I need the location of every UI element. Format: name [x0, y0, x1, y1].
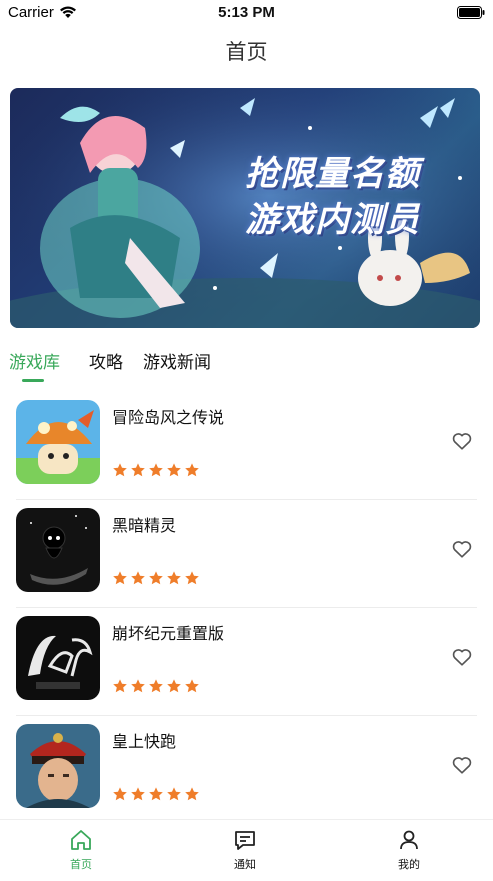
game-row[interactable]: 黑暗精灵	[0, 500, 493, 608]
tab-game-news[interactable]: 游戏新闻	[143, 348, 211, 373]
star-icon	[131, 571, 145, 585]
tabbar-home[interactable]: 首页	[41, 828, 121, 872]
favorite-heart-icon[interactable]	[451, 646, 473, 668]
message-icon	[235, 831, 255, 850]
game-row[interactable]: 崩坏纪元重置版	[0, 608, 493, 716]
star-rating	[112, 462, 200, 480]
star-icon	[185, 679, 199, 693]
game-row[interactable]: 皇上快跑	[0, 716, 493, 824]
star-icon	[185, 571, 199, 585]
dnf-game-icon	[16, 616, 100, 700]
mushroom-game-icon	[16, 400, 100, 484]
home-icon	[71, 830, 91, 850]
tabbar-profile-label: 我的	[398, 858, 420, 871]
star-icon	[131, 463, 145, 477]
star-icon	[167, 463, 181, 477]
star-icon	[113, 679, 127, 693]
star-icon	[185, 463, 199, 477]
tab-game-library[interactable]: 游戏库	[9, 348, 60, 373]
banner-headline-2: 游戏内测员	[245, 200, 420, 240]
game-title: 崩坏纪元重置版	[112, 624, 225, 643]
tabbar-profile[interactable]: 我的	[369, 828, 449, 872]
star-icon	[167, 787, 181, 801]
star-icon	[149, 463, 163, 477]
star-rating	[112, 786, 200, 804]
game-title: 冒险岛风之传说	[112, 408, 225, 427]
dark-spirit-game-icon	[16, 508, 100, 592]
bottom-tab-bar: 首页 通知 我的	[0, 819, 493, 881]
promo-banner[interactable]: 抢限量名额 游戏内测员	[10, 88, 480, 328]
star-icon	[149, 787, 163, 801]
star-icon	[131, 787, 145, 801]
battery-icon	[457, 6, 485, 19]
game-title: 黑暗精灵	[112, 516, 177, 535]
status-time: 5:13 PM	[218, 4, 275, 21]
star-rating	[112, 678, 200, 696]
status-bar: Carrier 5:13 PM	[0, 0, 493, 26]
category-tabs: 游戏库 攻略 游戏新闻	[0, 348, 493, 384]
tab-active-indicator	[22, 379, 44, 382]
star-icon	[167, 679, 181, 693]
star-icon	[185, 787, 199, 801]
star-icon	[149, 679, 163, 693]
user-icon	[400, 830, 418, 850]
star-icon	[113, 787, 127, 801]
favorite-heart-icon[interactable]	[451, 538, 473, 560]
star-rating	[112, 570, 200, 588]
favorite-heart-icon[interactable]	[451, 754, 473, 776]
favorite-heart-icon[interactable]	[451, 430, 473, 452]
tabbar-notifications[interactable]: 通知	[205, 828, 285, 872]
star-icon	[113, 463, 127, 477]
tabbar-notifications-label: 通知	[234, 858, 256, 871]
tabbar-home-label: 首页	[70, 858, 92, 871]
tab-guides[interactable]: 攻略	[89, 348, 123, 373]
star-icon	[113, 571, 127, 585]
page-title: 首页	[225, 40, 268, 64]
game-row[interactable]: 冒险岛风之传说	[0, 392, 493, 500]
star-icon	[167, 571, 181, 585]
star-icon	[131, 679, 145, 693]
banner-headline-1: 抢限量名额	[245, 154, 420, 194]
star-icon	[149, 571, 163, 585]
game-title: 皇上快跑	[112, 732, 177, 751]
emperor-game-icon	[16, 724, 100, 808]
